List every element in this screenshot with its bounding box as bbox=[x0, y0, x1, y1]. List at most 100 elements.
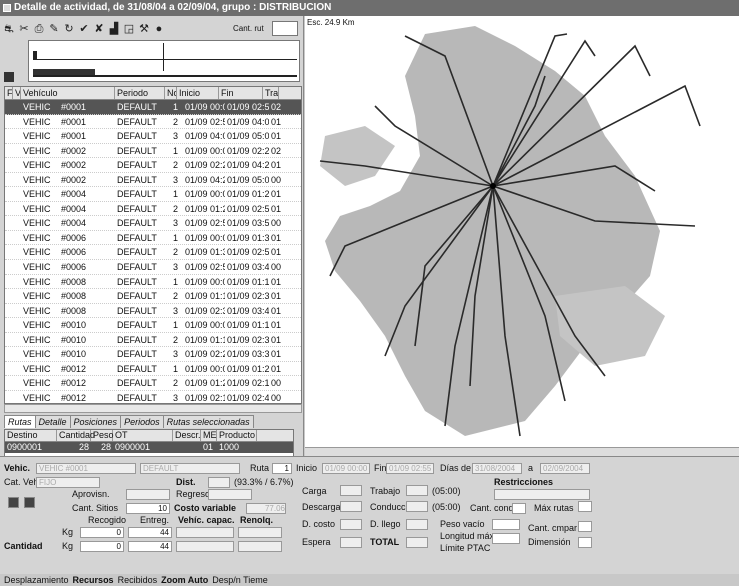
detail-row[interactable]: 0900001 28 28 0900001 01 1000 bbox=[5, 442, 293, 453]
descarga-field[interactable] bbox=[340, 501, 362, 512]
dias-de-field[interactable]: 31/08/2004 bbox=[472, 463, 522, 474]
a-field[interactable]: 02/09/2004 bbox=[540, 463, 590, 474]
table-row[interactable]: VEHIC #0006 DEFAULT 1 01/09 00:0001/09 01:31… bbox=[5, 231, 301, 246]
route-map[interactable]: Esc. 24.9 Km bbox=[305, 16, 739, 456]
carga-field[interactable] bbox=[340, 485, 362, 496]
tab-posiciones[interactable]: Posiciones bbox=[69, 415, 122, 428]
dist-field[interactable] bbox=[208, 477, 230, 488]
print-icon[interactable]: ⎙ bbox=[32, 22, 46, 36]
d-llego-field[interactable] bbox=[406, 519, 428, 530]
map-canvas[interactable] bbox=[305, 16, 739, 447]
regreso-field[interactable] bbox=[208, 489, 252, 500]
cat-veh-field[interactable]: FIJO bbox=[36, 477, 100, 488]
trabajo-field[interactable] bbox=[406, 485, 428, 496]
col-inicio[interactable]: Inicio bbox=[177, 87, 219, 99]
recibidos-button[interactable]: Recibidos bbox=[118, 574, 158, 586]
col-destino[interactable]: Destino bbox=[5, 430, 57, 441]
entreg-kg-2[interactable]: 44 bbox=[128, 541, 172, 552]
table-row[interactable]: VEHIC #0008 DEFAULT 3 01/09 02:3601/09 03:40… bbox=[5, 304, 301, 319]
tab-rutas[interactable]: Rutas bbox=[4, 415, 36, 428]
table-row[interactable]: VEHIC #0010 DEFAULT 3 01/09 02:2601/09 03:31… bbox=[5, 347, 301, 362]
vehic-capac-2[interactable] bbox=[176, 541, 234, 552]
col-producto[interactable]: Producto bbox=[217, 430, 257, 441]
dimension-field[interactable] bbox=[578, 537, 592, 548]
table-row[interactable]: VEHIC #0012 DEFAULT 1 01/09 00:0001/09 01:25… bbox=[5, 362, 301, 377]
depot-marker[interactable] bbox=[490, 183, 496, 189]
table-row[interactable]: VEHIC #0012 DEFAULT 2 01/09 01:2601/09 02:17… bbox=[5, 376, 301, 391]
col-periodo[interactable]: Periodo bbox=[115, 87, 165, 99]
periodo-field[interactable]: DEFAULT bbox=[140, 463, 240, 474]
peso-vacio-field[interactable] bbox=[492, 519, 520, 530]
col-me[interactable]: ME bbox=[201, 430, 217, 441]
cant-rut-input[interactable] bbox=[272, 21, 298, 36]
col-v[interactable]: V bbox=[13, 87, 21, 99]
long-max-field[interactable] bbox=[492, 533, 520, 544]
tab-rutas-seleccionadas[interactable]: Rutas seleccionadas bbox=[162, 415, 254, 428]
map-horizontal-scrollbar[interactable] bbox=[305, 447, 739, 456]
col-vehiculo[interactable]: Vehículo bbox=[21, 87, 115, 99]
table-row[interactable]: VEHIC #0004 DEFAULT 1 01/09 00:0001/09 01:24… bbox=[5, 187, 301, 202]
recursos-button[interactable]: Recursos bbox=[73, 574, 114, 586]
chart-icon[interactable]: ▟ bbox=[107, 22, 121, 36]
recogido-kg-2[interactable]: 0 bbox=[80, 541, 124, 552]
col-ot[interactable]: OT bbox=[113, 430, 173, 441]
zoom-auto-button[interactable]: Zoom Auto bbox=[161, 574, 208, 586]
cross-icon[interactable]: ✘ bbox=[92, 22, 106, 36]
table-row[interactable]: VEHIC #0012 DEFAULT 3 01/09 02:1801/09 02:41… bbox=[5, 391, 301, 403]
table-row[interactable]: VEHIC #0002 DEFAULT 2 01/09 02:2801/09 04:24… bbox=[5, 158, 301, 173]
table-row[interactable]: VEHIC #0006 DEFAULT 2 01/09 01:3201/09 02:50… bbox=[5, 245, 301, 261]
ruta-field[interactable]: 1 bbox=[272, 463, 292, 474]
info-icon[interactable]: ● bbox=[152, 22, 166, 36]
route-icon[interactable]: ⛐ bbox=[2, 22, 16, 36]
fin-field[interactable]: 01/09 02:55 bbox=[386, 463, 434, 474]
vehic-capac-1[interactable] bbox=[176, 527, 234, 538]
table-row[interactable]: VEHIC #0004 DEFAULT 3 01/09 02:5601/09 03:52… bbox=[5, 216, 301, 231]
map-icon[interactable]: ◲ bbox=[122, 22, 136, 36]
delete-icon[interactable] bbox=[24, 497, 35, 508]
tab-detalle[interactable]: Detalle bbox=[34, 415, 71, 428]
espera-field[interactable] bbox=[340, 537, 362, 548]
stop-button[interactable] bbox=[4, 72, 14, 82]
table-row[interactable]: VEHIC #0008 DEFAULT 2 01/09 01:1901/09 02:35… bbox=[5, 289, 301, 304]
cant-cmpar-field[interactable] bbox=[578, 521, 592, 532]
table-row[interactable]: VEHIC #0002 DEFAULT 3 01/09 04:2501/09 05:07… bbox=[5, 173, 301, 188]
col-f[interactable]: F bbox=[5, 87, 13, 99]
total-field[interactable] bbox=[406, 537, 428, 548]
aprovisn-field[interactable] bbox=[126, 489, 170, 500]
gantt-cursor[interactable] bbox=[163, 43, 164, 71]
desp-tieme-button[interactable]: Desp/n Tieme bbox=[212, 574, 268, 586]
renolq-2[interactable] bbox=[238, 541, 282, 552]
recogido-kg-1[interactable]: 0 bbox=[80, 527, 124, 538]
col-descr[interactable]: Descr. bbox=[173, 430, 201, 441]
table-row[interactable]: VEHIC #0006 DEFAULT 3 01/09 02:5101/09 03:44… bbox=[5, 260, 301, 275]
table-row[interactable]: VEHIC #0001 DEFAULT 1 01/09 00:0001/09 02:55… bbox=[5, 100, 301, 115]
col-cantidad[interactable]: Cantidad bbox=[57, 430, 95, 441]
cant-sitios-field[interactable]: 10 bbox=[126, 503, 170, 514]
table-row[interactable]: VEHIC #0010 DEFAULT 2 01/09 01:1301/09 02:35… bbox=[5, 333, 301, 348]
costo-variable-field[interactable]: 77.06 bbox=[246, 503, 286, 514]
renolq-1[interactable] bbox=[238, 527, 282, 538]
conduc-field[interactable] bbox=[406, 501, 428, 512]
activity-grid[interactable]: F V Vehículo Periodo No Inicio Fin Trab … bbox=[4, 86, 302, 404]
gantt-chart[interactable] bbox=[28, 40, 300, 82]
col-peso[interactable]: Peso bbox=[91, 430, 114, 441]
save-icon[interactable] bbox=[8, 497, 19, 508]
d-costo-field[interactable] bbox=[340, 519, 362, 530]
table-row[interactable]: VEHIC #0008 DEFAULT 1 01/09 00:0001/09 01:18… bbox=[5, 275, 301, 290]
grid-horizontal-scrollbar[interactable] bbox=[4, 404, 302, 413]
desplazamiento-button[interactable]: Desplazamiento bbox=[4, 574, 69, 586]
max-rutas-field[interactable] bbox=[578, 501, 592, 512]
refresh-icon[interactable]: ↻ bbox=[62, 22, 76, 36]
col-trab[interactable]: Trab bbox=[263, 87, 279, 99]
cant-cond-field[interactable] bbox=[512, 503, 526, 514]
tools-icon[interactable]: ⚒ bbox=[137, 22, 151, 36]
table-row[interactable]: VEHIC #0004 DEFAULT 2 01/09 01:2501/09 02:55… bbox=[5, 202, 301, 217]
table-row[interactable]: VEHIC #0010 DEFAULT 1 01/09 00:0001/09 01:12… bbox=[5, 318, 301, 333]
table-row[interactable]: VEHIC #0001 DEFAULT 3 01/09 04:0601/09 05:06… bbox=[5, 129, 301, 144]
col-fin[interactable]: Fin bbox=[219, 87, 263, 99]
check-icon[interactable]: ✔ bbox=[77, 22, 91, 36]
restricciones-field[interactable] bbox=[494, 489, 590, 500]
table-row[interactable]: VEHIC #0001 DEFAULT 2 01/09 02:5701/09 04:05… bbox=[5, 115, 301, 130]
vehic-field[interactable]: VEHIC #0001 bbox=[36, 463, 136, 474]
table-row[interactable]: VEHIC #0002 DEFAULT 1 01/09 00:0001/09 02:27… bbox=[5, 144, 301, 159]
